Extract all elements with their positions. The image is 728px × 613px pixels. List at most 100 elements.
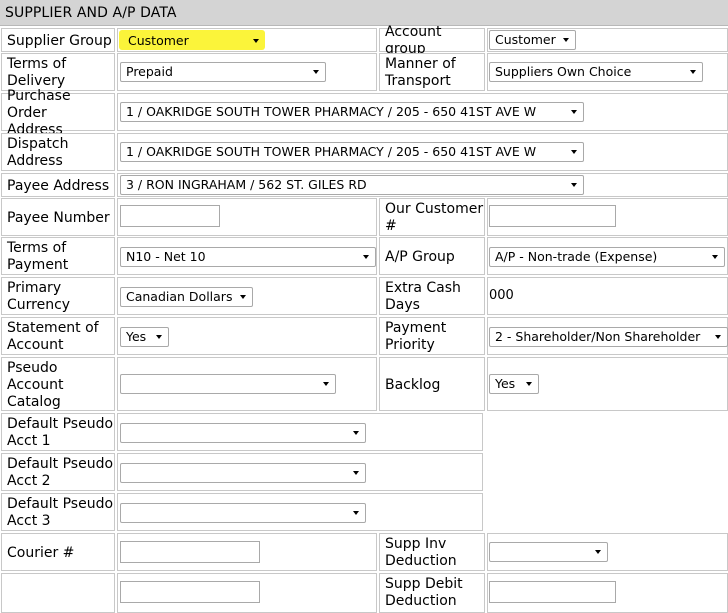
primary-currency-label-line1: Primary [7, 280, 62, 296]
payment-priority-select[interactable]: 2 - Shareholder/Non Shareholder [489, 327, 728, 347]
chevron-down-icon [712, 255, 718, 259]
backlog-selected-value: Yes [495, 376, 516, 391]
chevron-down-icon [323, 382, 329, 386]
statement-of-account-select[interactable]: Yes [120, 327, 169, 347]
supplier-group-value-cell: Customer [117, 28, 377, 52]
chevron-down-icon [156, 335, 162, 339]
manner-of-transport-selected-value: Suppliers Own Choice [495, 64, 632, 79]
pseudo-account-catalog-select[interactable] [120, 374, 336, 394]
courier-no-label-cell: Courier # [1, 533, 115, 571]
supp-debit-deduction-label-line2: Deduction [385, 593, 457, 609]
backlog-value-cell: Yes [487, 357, 728, 411]
payee-address-label: Payee Address [7, 177, 110, 194]
terms-of-payment-label-line1: Terms of [7, 240, 67, 256]
extra-cash-days-label-line2: Days [385, 297, 420, 313]
our-customer-no-input[interactable] [489, 205, 616, 227]
chevron-down-icon [571, 150, 577, 154]
courier-no-label: Courier # [7, 544, 75, 561]
chevron-down-icon [571, 110, 577, 114]
pseudo-account-catalog-label-line2: Account [7, 376, 64, 393]
chevron-down-icon [595, 550, 601, 554]
primary-currency-label-line2: Currency [7, 297, 71, 313]
manner-of-transport-select[interactable]: Suppliers Own Choice [489, 62, 703, 82]
chevron-down-icon [353, 471, 359, 475]
default-pseudo-acct-1-select[interactable] [120, 423, 366, 443]
payee-number-value-cell [117, 198, 377, 236]
supplier-group-label-cell: Supplier Group [1, 28, 115, 52]
supp-inv-deduction-label-line2: Deduction [385, 553, 457, 569]
payee-address-value-cell: 3 / RON INGRAHAM / 562 ST. GILES RD [117, 173, 728, 197]
chevron-down-icon [313, 70, 319, 74]
terms-of-delivery-value-cell: Prepaid [117, 53, 377, 91]
dispatch-address-select[interactable]: 1 / OAKRIDGE SOUTH TOWER PHARMACY / 205 … [120, 142, 584, 162]
supplier-group-label: Supplier Group [7, 32, 112, 49]
courier-no-value-cell [117, 533, 377, 571]
payment-priority-label-line2: Priority [385, 337, 435, 353]
ap-group-label-cell: A/P Group [379, 237, 485, 275]
chevron-down-icon [690, 70, 696, 74]
our-customer-no-label-line1: Our Customer [385, 201, 484, 217]
chevron-down-icon [715, 335, 721, 339]
pseudo-account-catalog-label-cell: Pseudo Account Catalog [1, 357, 115, 411]
dispatch-address-value-cell: 1 / OAKRIDGE SOUTH TOWER PHARMACY / 205 … [117, 133, 728, 171]
payment-priority-label-cell: Payment Priority [379, 317, 485, 355]
terms-of-payment-select[interactable]: N10 - Net 10 [120, 247, 376, 267]
supp-inv-deduction-label-cell: Supp Inv Deduction [379, 533, 485, 571]
unlabeled-value-cell [117, 573, 377, 613]
supp-debit-deduction-value-cell [487, 573, 728, 613]
payee-number-label-cell: Payee Number [1, 198, 115, 236]
payee-address-select[interactable]: 3 / RON INGRAHAM / 562 ST. GILES RD [120, 175, 584, 195]
extra-cash-days-label-cell: Extra Cash Days [379, 277, 485, 315]
payee-address-selected-value: 3 / RON INGRAHAM / 562 ST. GILES RD [126, 177, 367, 192]
courier-no-input[interactable] [120, 541, 260, 563]
statement-of-account-label-cell: Statement of Account [1, 317, 115, 355]
supplier-group-selected-value: Customer [128, 33, 189, 48]
our-customer-no-value-cell [487, 198, 728, 236]
payee-number-input[interactable] [120, 205, 220, 227]
default-pseudo-acct-3-value-cell [117, 493, 483, 531]
account-group-select[interactable]: Customer [489, 30, 576, 50]
our-customer-no-label-cell: Our Customer # [379, 198, 485, 236]
purchase-order-address-value-cell: 1 / OAKRIDGE SOUTH TOWER PHARMACY / 205 … [117, 93, 728, 131]
default-pseudo-acct-2-label-line1: Default Pseudo [7, 456, 114, 472]
manner-of-transport-label-cell: Manner of Transport [379, 53, 485, 91]
payee-address-label-cell: Payee Address [1, 173, 115, 197]
backlog-select[interactable]: Yes [489, 374, 539, 394]
terms-of-delivery-select[interactable]: Prepaid [120, 62, 326, 82]
primary-currency-value-cell: Canadian Dollars [117, 277, 377, 315]
primary-currency-select[interactable]: Canadian Dollars [120, 287, 253, 307]
purchase-order-address-select[interactable]: 1 / OAKRIDGE SOUTH TOWER PHARMACY / 205 … [120, 102, 584, 122]
terms-of-payment-selected-value: N10 - Net 10 [126, 249, 206, 264]
chevron-down-icon [526, 382, 532, 386]
default-pseudo-acct-2-select[interactable] [120, 463, 366, 483]
backlog-label-cell: Backlog [379, 357, 485, 411]
chevron-down-icon [353, 511, 359, 515]
dispatch-address-label-cell: Dispatch Address [1, 133, 115, 171]
our-customer-no-label-line2: # [385, 218, 397, 234]
backlog-label: Backlog [385, 376, 441, 393]
supp-inv-deduction-select[interactable] [489, 542, 608, 562]
terms-of-payment-label-cell: Terms of Payment [1, 237, 115, 275]
default-pseudo-acct-3-select[interactable] [120, 503, 366, 523]
default-pseudo-acct-3-label-line2: Acct 3 [7, 513, 51, 529]
dispatch-address-selected-value: 1 / OAKRIDGE SOUTH TOWER PHARMACY / 205 … [126, 144, 537, 159]
supp-inv-deduction-value-cell [487, 533, 728, 571]
primary-currency-selected-value: Canadian Dollars [126, 289, 233, 304]
account-group-label-cell: Account group [379, 24, 485, 57]
section-header: SUPPLIER AND A/P DATA [0, 0, 728, 26]
statement-of-account-label-line1: Statement of [7, 320, 99, 336]
pseudo-account-catalog-value-cell [117, 357, 377, 411]
payment-priority-value-cell: 2 - Shareholder/Non Shareholder [487, 317, 728, 355]
primary-currency-label-cell: Primary Currency [1, 277, 115, 315]
default-pseudo-acct-3-label-line1: Default Pseudo [7, 496, 114, 512]
ap-group-select[interactable]: A/P - Non-trade (Expense) [489, 247, 725, 267]
supplier-group-select[interactable]: Customer [122, 31, 266, 51]
ap-group-value-cell: A/P - Non-trade (Expense) [487, 237, 728, 275]
chevron-down-icon [253, 39, 259, 43]
supp-debit-deduction-label-cell: Supp Debit Deduction [379, 573, 485, 613]
chevron-down-icon [353, 431, 359, 435]
payment-priority-label-line1: Payment [385, 320, 447, 336]
terms-of-delivery-label-line1: Terms of [7, 56, 67, 72]
dispatch-address-label-line2: Address [7, 153, 63, 169]
default-pseudo-acct-1-label-line1: Default Pseudo [7, 416, 114, 432]
